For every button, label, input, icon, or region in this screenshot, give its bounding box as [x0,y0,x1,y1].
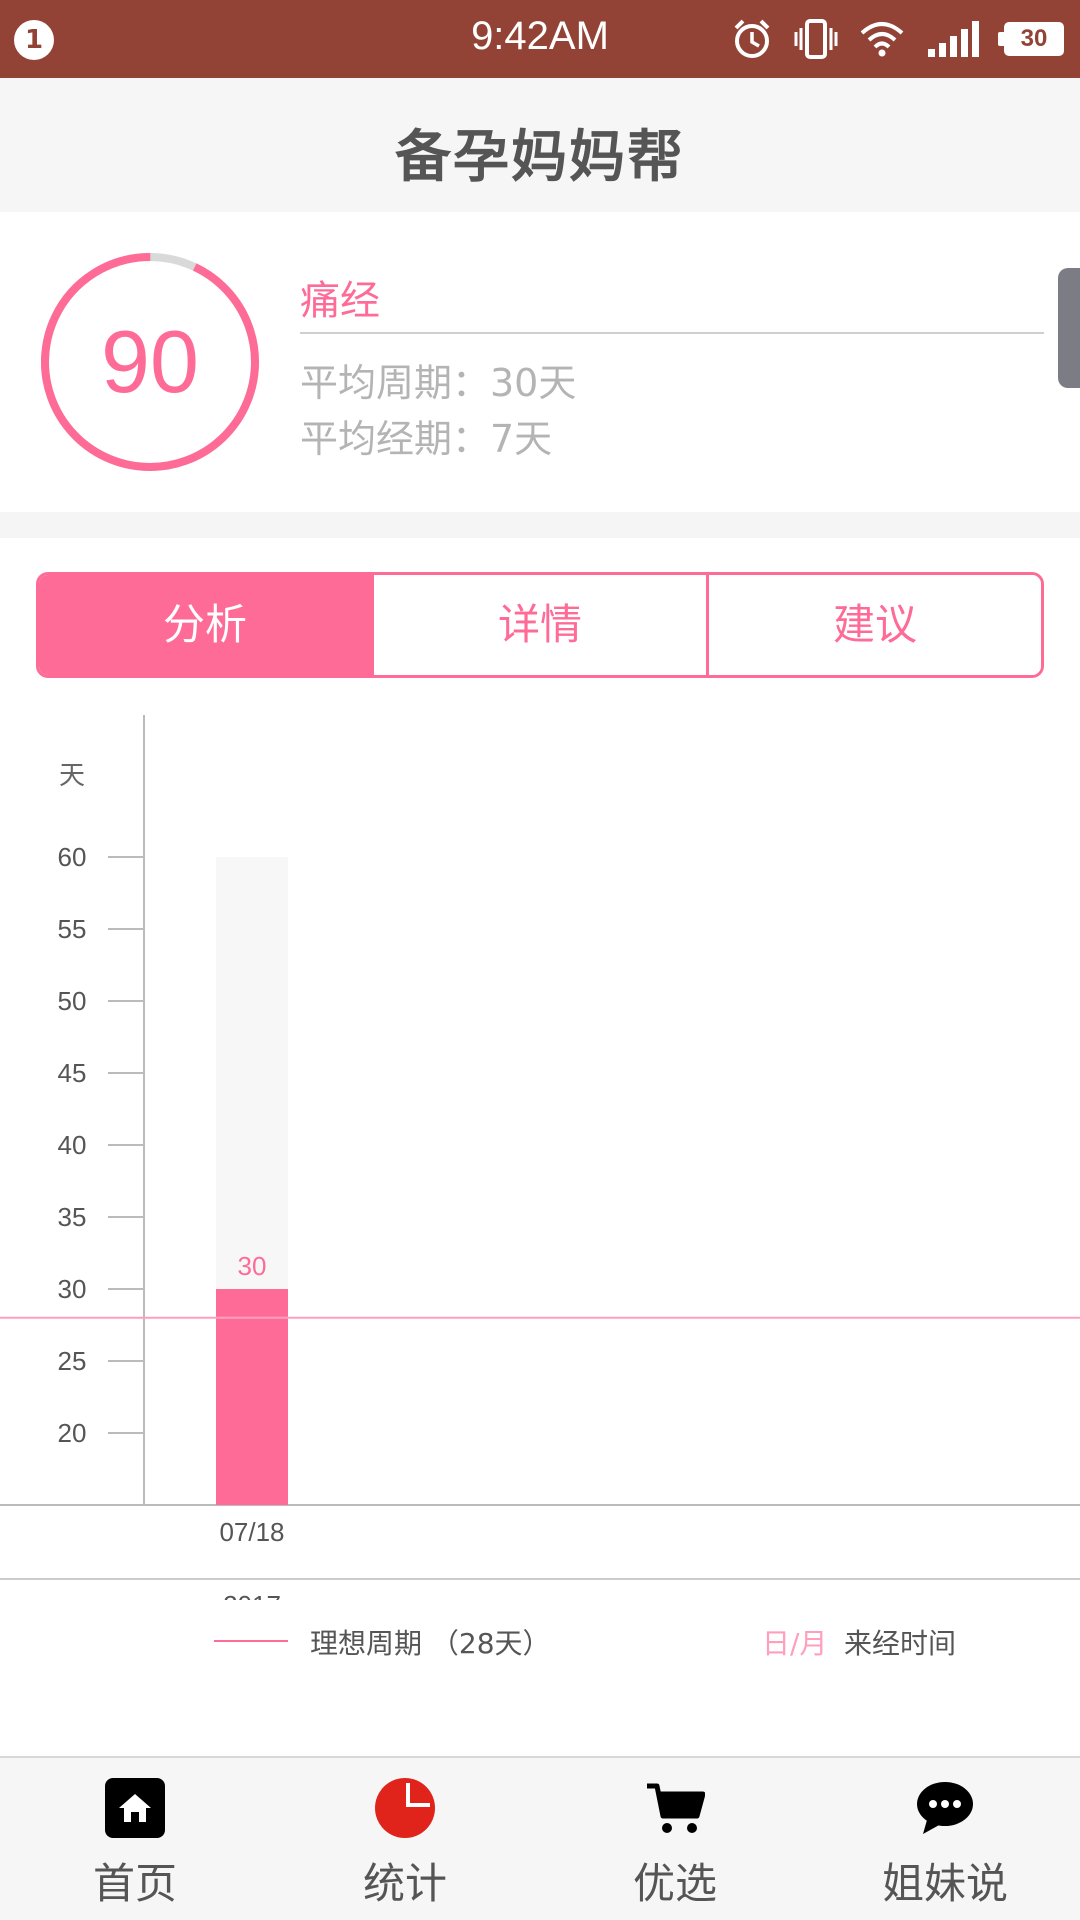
legend-date-format: 日/月 [762,1627,828,1660]
home-icon [105,1778,165,1838]
average-period: 平均经期：7天 [300,417,553,461]
section-gap [0,512,1080,538]
pie-chart-icon [375,1778,435,1838]
y-tick-label: 55 [58,914,87,944]
nav-home-label: 首页 [92,1859,177,1908]
y-tick-label: 20 [58,1418,87,1448]
tab-analysis[interactable]: 分析 [39,575,371,675]
nav-sisters-label: 姐妹说 [881,1859,1008,1908]
bottom-nav: 首页 统计 优选 姐妹说 [0,1756,1080,1920]
nav-stats-label: 统计 [362,1859,447,1908]
bar-value-label: 30 [238,1251,267,1281]
nav-picks-label: 优选 [632,1859,717,1908]
y-tick-label: 45 [58,1058,87,1088]
legend-ideal-line [214,1640,288,1642]
y-tick-label: 50 [58,986,87,1016]
summary-card: 90 痛经 平均周期：30天 平均经期：7天 [0,212,1080,512]
x-tick-label: 07/18 [219,1517,284,1547]
y-tick-label: 25 [58,1346,87,1376]
y-tick-label: 60 [58,842,87,872]
nav-home[interactable]: 首页 [0,1758,270,1920]
vibrate-icon [794,19,838,59]
nav-stats[interactable]: 统计 [270,1758,540,1920]
y-tick-label: 30 [58,1274,87,1304]
page-title: 备孕妈妈帮 [395,125,685,190]
status-icons: 30 [732,16,1064,62]
y-tick-label: 35 [58,1202,87,1232]
cart-icon [647,1783,705,1833]
nav-sisters[interactable]: 姐妹说 [810,1758,1080,1920]
battery-icon: 30 [998,22,1064,56]
y-tick-label: 40 [58,1130,87,1160]
wifi-icon [860,22,904,57]
y-axis-label: 天 [59,760,85,790]
signal-icon [928,21,979,57]
nav-picks[interactable]: 优选 [540,1758,810,1920]
bar [216,1289,288,1505]
legend-period-time: 来经时间 [844,1627,957,1660]
divider [300,332,1044,334]
average-cycle: 平均周期：30天 [300,361,577,405]
cycle-chart: 天 60 55 50 45 40 35 30 25 20 30 07/18 2017 [0,715,1080,1600]
tab-advice[interactable]: 建议 [706,575,1041,675]
app-header: 备孕妈妈帮 [0,78,1080,212]
symptom-label[interactable]: 痛经 [300,268,380,326]
tab-details[interactable]: 详情 [371,575,706,675]
legend-ideal-cycle: 理想周期 （28天） [310,1627,551,1660]
status-bar: 1 9:42AM 30 [0,0,1080,78]
chat-icon [917,1782,973,1834]
alarm-icon [734,19,770,58]
segment-tabs: 分析 详情 建议 [36,572,1044,678]
score-value: 90 [101,312,199,411]
year-label: 2017 [223,1590,281,1600]
side-drawer-handle[interactable] [1058,268,1080,388]
